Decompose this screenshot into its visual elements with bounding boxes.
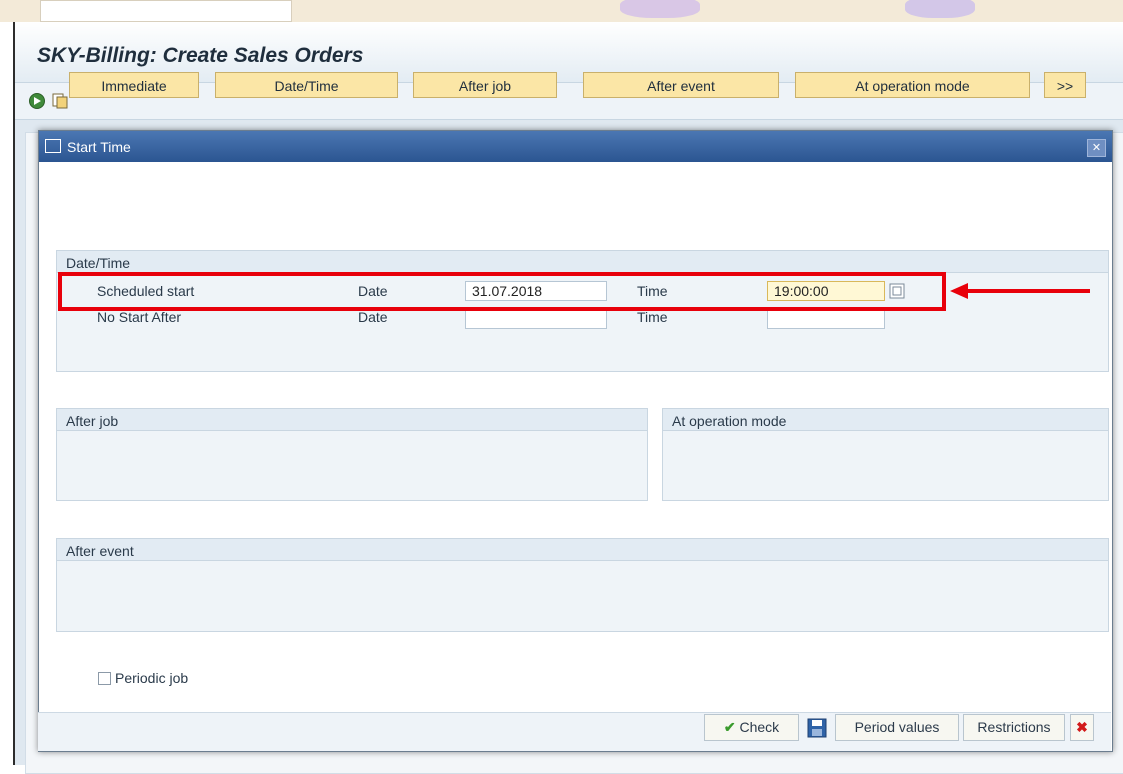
check-button[interactable]: ✔ Check [704,714,799,741]
period-values-button[interactable]: Period values [835,714,959,741]
after-job-group: After job [56,408,648,501]
after-job-button[interactable]: After job [413,72,557,98]
background-field [40,0,292,22]
immediate-button[interactable]: Immediate [69,72,199,98]
after-job-group-title: After job [57,409,647,431]
dialog-title: Start Time [67,139,131,155]
dialog-window-icon [45,139,61,153]
more-button[interactable]: >> [1044,72,1086,98]
at-operation-mode-button[interactable]: At operation mode [795,72,1030,98]
periodic-job-checkbox[interactable] [98,672,111,685]
restrictions-button[interactable]: Restrictions [963,714,1065,741]
page-title: SKY-Billing: Create Sales Orders [37,44,364,67]
execute-icon[interactable] [28,92,46,110]
date-time-group-title: Date/Time [57,251,1108,273]
arrow-line [966,289,1090,293]
no-start-date-label: Date [358,309,388,325]
background-decoration [905,0,975,18]
highlight-box [58,272,946,311]
checkmark-icon: ✔ [723,719,736,735]
save-icon[interactable] [807,718,827,738]
dialog-title-bar: Start Time ✕ [39,131,1112,162]
date-time-button[interactable]: Date/Time [215,72,398,98]
after-event-button[interactable]: After event [583,72,779,98]
at-operation-mode-group-title: At operation mode [663,409,1108,431]
cancel-icon[interactable]: ✖ [1070,714,1094,741]
copy-icon[interactable] [51,92,69,110]
background-decoration [620,0,700,18]
no-start-after-label: No Start After [97,309,182,325]
no-start-time-label: Time [637,309,668,325]
background-banner [0,0,1123,22]
close-icon[interactable]: ✕ [1087,139,1106,157]
check-button-label: Check [739,719,780,735]
at-operation-mode-group: At operation mode [662,408,1109,501]
no-start-time-field[interactable] [767,309,885,329]
after-event-group: After event [56,538,1109,632]
periodic-job-label: Periodic job [115,670,189,686]
no-start-date-field[interactable] [465,309,607,329]
after-event-group-title: After event [57,539,1108,561]
